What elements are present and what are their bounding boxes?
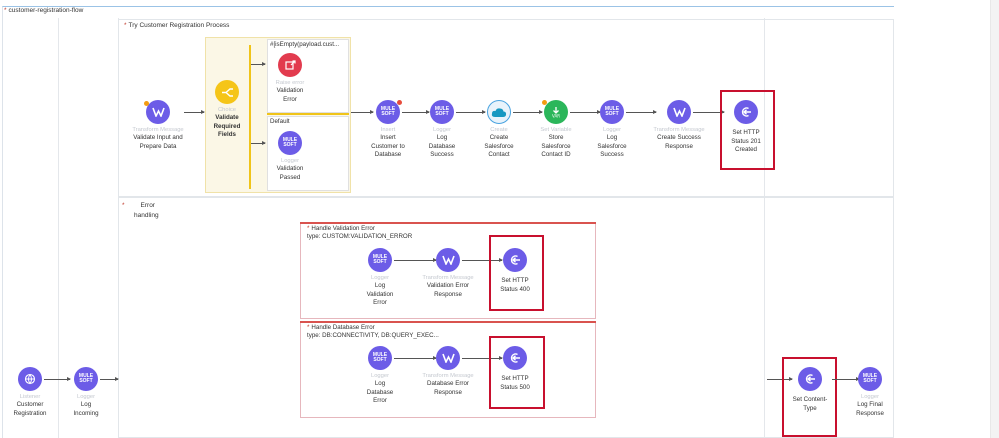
listener-globe-icon (18, 367, 42, 391)
warning-dot (144, 101, 149, 106)
error-handling-title: * Error handling (122, 202, 159, 219)
node-validate-input[interactable]: Transform Message Validate Input and Pre… (122, 100, 194, 151)
raise-error-icon (278, 53, 302, 77)
choice-branch-line (249, 45, 251, 189)
choice-icon (215, 80, 239, 104)
node-raise-error[interactable]: Raise error Validation Error (254, 53, 326, 104)
transform-icon (436, 248, 460, 272)
when-expression: #[isEmpty(payload.cust... (270, 41, 340, 48)
database-icon: MULE SOFT (376, 100, 402, 124)
transform-icon (144, 100, 170, 124)
handler-top-border (300, 222, 596, 224)
node-log-database-error[interactable]: MULE SOFT Logger Log Database Error (344, 346, 416, 406)
flow-title[interactable]: * customer-registration-flow (4, 7, 83, 14)
handler-top-border (300, 321, 596, 323)
default-route-label: Default (270, 118, 290, 125)
highlight-box (782, 357, 837, 437)
node-validate-required[interactable]: Choice Validate Required Fields (191, 80, 263, 140)
logger-icon: MULE SOFT (278, 131, 302, 155)
logger-icon: MULE SOFT (430, 100, 454, 124)
highlight-box (720, 90, 775, 170)
salesforce-cloud-icon (487, 100, 511, 124)
vertical-scrollbar[interactable] (990, 0, 999, 438)
handler-database-title: * Handle Database Error type: DB:CONNECTIV… (307, 324, 439, 339)
logger-icon: MULE SOFT (368, 346, 392, 370)
node-create-success-response[interactable]: Transform Message Create Success Respons… (643, 100, 715, 151)
node-database-error-response[interactable]: Transform Message Database Error Respons… (412, 346, 484, 397)
logger-icon: MULE SOFT (74, 367, 98, 391)
node-log-incoming[interactable]: MULE SOFT Logger Log Incoming (50, 367, 122, 418)
flow-arrow (100, 377, 119, 381)
route-separator (267, 113, 349, 115)
warning-dot (542, 100, 547, 105)
highlight-box (489, 336, 545, 409)
highlight-box (489, 235, 544, 311)
node-validation-passed[interactable]: MULE SOFT Logger Validation Passed (254, 131, 326, 182)
svg-text:VAR: VAR (552, 114, 560, 119)
node-log-final-response[interactable]: MULE SOFT Logger Log Final Response (834, 367, 906, 418)
transform-icon (667, 100, 691, 124)
logger-icon: MULE SOFT (600, 100, 624, 124)
node-log-validation-error[interactable]: MULE SOFT Logger Log Validation Error (344, 248, 416, 308)
set-variable-icon: VAR (542, 100, 568, 124)
handler-validation-title: * Handle Validation Error type: CUSTOM:VAL… (307, 225, 413, 240)
error-dot (397, 100, 402, 105)
try-scope-title: * Try Customer Registration Process (124, 22, 230, 29)
node-validation-error-response[interactable]: Transform Message Validation Error Respo… (412, 248, 484, 299)
transform-icon (436, 346, 460, 370)
node-log-sf-success[interactable]: MULE SOFT Logger Log Salesforce Success (576, 100, 648, 160)
logger-icon: MULE SOFT (858, 367, 882, 391)
logger-icon: MULE SOFT (368, 248, 392, 272)
